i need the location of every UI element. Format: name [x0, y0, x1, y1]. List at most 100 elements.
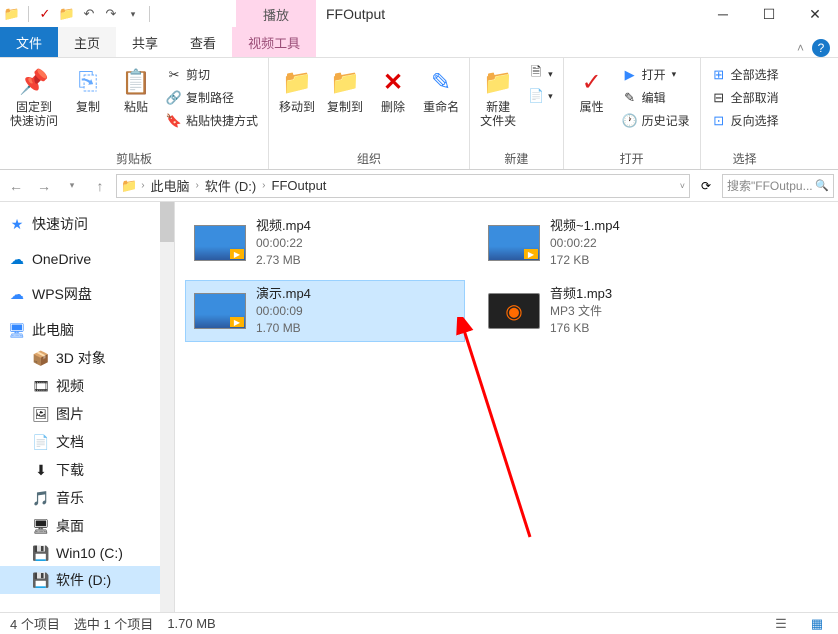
- document-icon: 📄: [32, 433, 50, 451]
- navigation-pane[interactable]: ★快速访问 ☁OneDrive ☁WPS网盘 🖥此电脑 📦3D 对象 🎞视频 🖼…: [0, 202, 175, 612]
- tab-video-tools[interactable]: 视频工具: [232, 27, 316, 57]
- paste-button[interactable]: 📋 粘贴: [114, 64, 158, 116]
- file-size: 2.73 MB: [256, 252, 311, 269]
- addr-dropdown-icon[interactable]: ˅: [680, 181, 685, 191]
- easy-access-button[interactable]: 📄▾: [524, 86, 557, 106]
- cut-button[interactable]: ✂剪切: [162, 64, 262, 85]
- qat-folder-icon[interactable]: 📁: [59, 6, 75, 22]
- qat-check-icon[interactable]: ✓: [37, 6, 53, 22]
- delete-button[interactable]: ✕ 删除: [371, 64, 415, 116]
- picture-icon: 🖼: [32, 405, 50, 423]
- move-to-button[interactable]: 📁 移动到: [275, 64, 319, 116]
- drive-icon: 💾: [32, 571, 50, 589]
- nav-downloads[interactable]: ⬇下载: [0, 456, 174, 484]
- nav-desktop[interactable]: 🖥桌面: [0, 512, 174, 540]
- file-list-pane[interactable]: ▶ 视频.mp4 00:00:22 2.73 MB ▶ 视频~1.mp4 00:…: [175, 202, 838, 612]
- cloud-icon: ☁: [8, 285, 26, 303]
- chevron-icon[interactable]: ›: [262, 180, 265, 191]
- play-contextual-tab[interactable]: 播放: [236, 0, 316, 28]
- qat-undo-icon[interactable]: ↶: [81, 6, 97, 22]
- nav-scroll-thumb[interactable]: [160, 202, 174, 242]
- nav-this-pc[interactable]: 🖥此电脑: [0, 316, 174, 344]
- help-button[interactable]: ?: [812, 39, 830, 57]
- search-icon: 🔍: [815, 179, 829, 192]
- tab-share[interactable]: 共享: [116, 27, 174, 57]
- file-item[interactable]: ◉ 音频1.mp3 MP3 文件 176 KB: [479, 280, 759, 342]
- cube-icon: 📦: [32, 349, 50, 367]
- breadcrumb-drive[interactable]: 软件 (D:): [203, 176, 258, 195]
- forward-button[interactable]: →: [32, 174, 56, 198]
- tab-home[interactable]: 主页: [58, 27, 116, 57]
- address-bar[interactable]: 📁 › 此电脑 › 软件 (D:) › FFOutput ˅: [116, 174, 690, 198]
- copy-path-button[interactable]: 🔗复制路径: [162, 87, 262, 108]
- recent-dropdown[interactable]: ▾: [60, 174, 84, 198]
- tab-view[interactable]: 查看: [174, 27, 232, 57]
- properties-button[interactable]: ✓ 属性: [570, 64, 614, 116]
- nav-3d-objects[interactable]: 📦3D 对象: [0, 344, 174, 372]
- file-name: 音频1.mp3: [550, 285, 612, 303]
- nav-music[interactable]: 🎵音乐: [0, 484, 174, 512]
- minimize-ribbon-icon[interactable]: ˄: [797, 41, 804, 55]
- nav-quick-access[interactable]: ★快速访问: [0, 210, 174, 238]
- nav-wps[interactable]: ☁WPS网盘: [0, 280, 174, 308]
- edit-icon: ✎: [622, 90, 638, 106]
- up-button[interactable]: ↑: [88, 174, 112, 198]
- move-icon: 📁: [281, 66, 313, 98]
- rename-button[interactable]: ✎ 重命名: [419, 64, 463, 116]
- nav-videos[interactable]: 🎞视频: [0, 372, 174, 400]
- folder-icon: 📁: [4, 6, 20, 22]
- nav-onedrive[interactable]: ☁OneDrive: [0, 246, 174, 272]
- file-size: 176 KB: [550, 320, 612, 337]
- new-item-button[interactable]: 🗎▾: [524, 64, 557, 84]
- close-button[interactable]: ✕: [792, 0, 838, 28]
- nav-drive-d[interactable]: 💾软件 (D:): [0, 566, 174, 594]
- select-all-icon: ⊞: [711, 67, 727, 83]
- minimize-button[interactable]: ─: [700, 0, 746, 28]
- history-button[interactable]: 🕐历史记录: [618, 110, 694, 131]
- edit-button[interactable]: ✎编辑: [618, 87, 694, 108]
- chevron-icon[interactable]: ›: [196, 180, 199, 191]
- file-duration: 00:00:09: [256, 303, 311, 320]
- view-details-button[interactable]: ☰: [770, 615, 792, 633]
- new-folder-button[interactable]: 📁 新建 文件夹: [476, 64, 520, 131]
- select-all-button[interactable]: ⊞全部选择: [707, 64, 783, 85]
- search-input[interactable]: 搜索"FFOutpu... 🔍: [722, 174, 834, 198]
- nav-scrollbar[interactable]: [160, 202, 174, 612]
- status-selected-size: 1.70 MB: [167, 616, 215, 631]
- qat-redo-icon[interactable]: ↷: [103, 6, 119, 22]
- audio-thumbnail: ◉: [488, 293, 540, 329]
- clipboard-group-label: 剪贴板: [6, 148, 262, 169]
- file-item[interactable]: ▶ 演示.mp4 00:00:09 1.70 MB: [185, 280, 465, 342]
- path-icon: 🔗: [166, 90, 182, 106]
- file-size: 172 KB: [550, 252, 620, 269]
- copy-to-button[interactable]: 📁 复制到: [323, 64, 367, 116]
- maximize-button[interactable]: ☐: [746, 0, 792, 28]
- select-none-button[interactable]: ⊟全部取消: [707, 87, 783, 108]
- drive-icon: 💾: [32, 544, 50, 562]
- file-item[interactable]: ▶ 视频.mp4 00:00:22 2.73 MB: [185, 212, 465, 274]
- refresh-button[interactable]: ⟳: [694, 174, 718, 198]
- new-folder-icon: 📁: [482, 66, 514, 98]
- pin-quick-access-button[interactable]: 📌 固定到 快速访问: [6, 64, 62, 131]
- nav-drive-c[interactable]: 💾Win10 (C:): [0, 540, 174, 566]
- file-duration: 00:00:22: [550, 235, 620, 252]
- view-large-icons-button[interactable]: ▦: [806, 615, 828, 633]
- tab-file[interactable]: 文件: [0, 27, 58, 57]
- file-item[interactable]: ▶ 视频~1.mp4 00:00:22 172 KB: [479, 212, 759, 274]
- status-bar: 4 个项目 选中 1 个项目 1.70 MB ☰ ▦: [0, 612, 838, 634]
- breadcrumb-pc[interactable]: 此电脑: [149, 176, 192, 195]
- qat-dropdown-icon[interactable]: ▾: [125, 6, 141, 22]
- file-name: 视频.mp4: [256, 217, 311, 235]
- music-icon: 🎵: [32, 489, 50, 507]
- invert-selection-button[interactable]: ⊡反向选择: [707, 110, 783, 131]
- organize-group-label: 组织: [275, 148, 463, 169]
- back-button[interactable]: ←: [4, 174, 28, 198]
- chevron-icon[interactable]: ›: [141, 180, 144, 191]
- breadcrumb-folder[interactable]: FFOutput: [270, 178, 329, 193]
- rename-icon: ✎: [425, 66, 457, 98]
- copy-button[interactable]: ⎘ 复制: [66, 64, 110, 116]
- paste-shortcut-button[interactable]: 🔖粘贴快捷方式: [162, 110, 262, 131]
- open-button[interactable]: ▶打开▾: [618, 64, 694, 85]
- nav-documents[interactable]: 📄文档: [0, 428, 174, 456]
- nav-pictures[interactable]: 🖼图片: [0, 400, 174, 428]
